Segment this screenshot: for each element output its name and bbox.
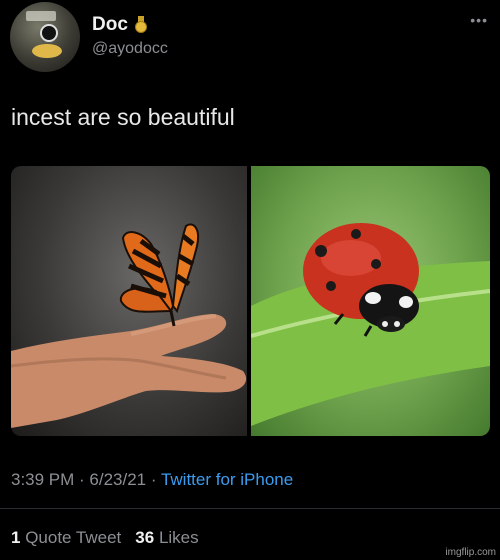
ladybug-on-leaf-image (251, 223, 490, 426)
tweet-header: Doc @ayodocc ••• (10, 2, 490, 72)
likes-label: Likes (158, 528, 199, 547)
likes-stat[interactable]: 36 Likes (135, 528, 198, 548)
watermark: imgflip.com (445, 547, 496, 558)
tweet-stats: 1 Quote Tweet 36 Likes (11, 528, 199, 548)
quote-count: 1 (11, 528, 21, 547)
quote-label: Quote Tweet (25, 528, 122, 547)
user-handle[interactable]: @ayodocc (92, 40, 168, 58)
tweet-source-link[interactable]: Twitter for iPhone (161, 470, 293, 489)
tweet-text: incest are so beautiful (11, 104, 235, 130)
likes-count: 36 (135, 528, 155, 547)
ladybug-photo[interactable] (251, 166, 490, 436)
butterfly-on-hand-image (11, 223, 247, 428)
more-icon[interactable]: ••• (470, 12, 488, 28)
tweet-media[interactable] (11, 166, 490, 436)
divider (0, 508, 500, 509)
tweet-timestamp: 3:39 PM · 6/23/21 · Twitter for iPhone (11, 470, 293, 490)
name-row: Doc (92, 14, 148, 36)
avatar[interactable] (10, 2, 80, 72)
medal-icon (134, 16, 148, 34)
butterfly-photo[interactable] (11, 166, 247, 436)
tweet-time[interactable]: 3:39 PM · 6/23/21 · (11, 470, 161, 489)
quote-tweets-stat[interactable]: 1 Quote Tweet (11, 528, 121, 548)
display-name[interactable]: Doc (92, 14, 128, 36)
